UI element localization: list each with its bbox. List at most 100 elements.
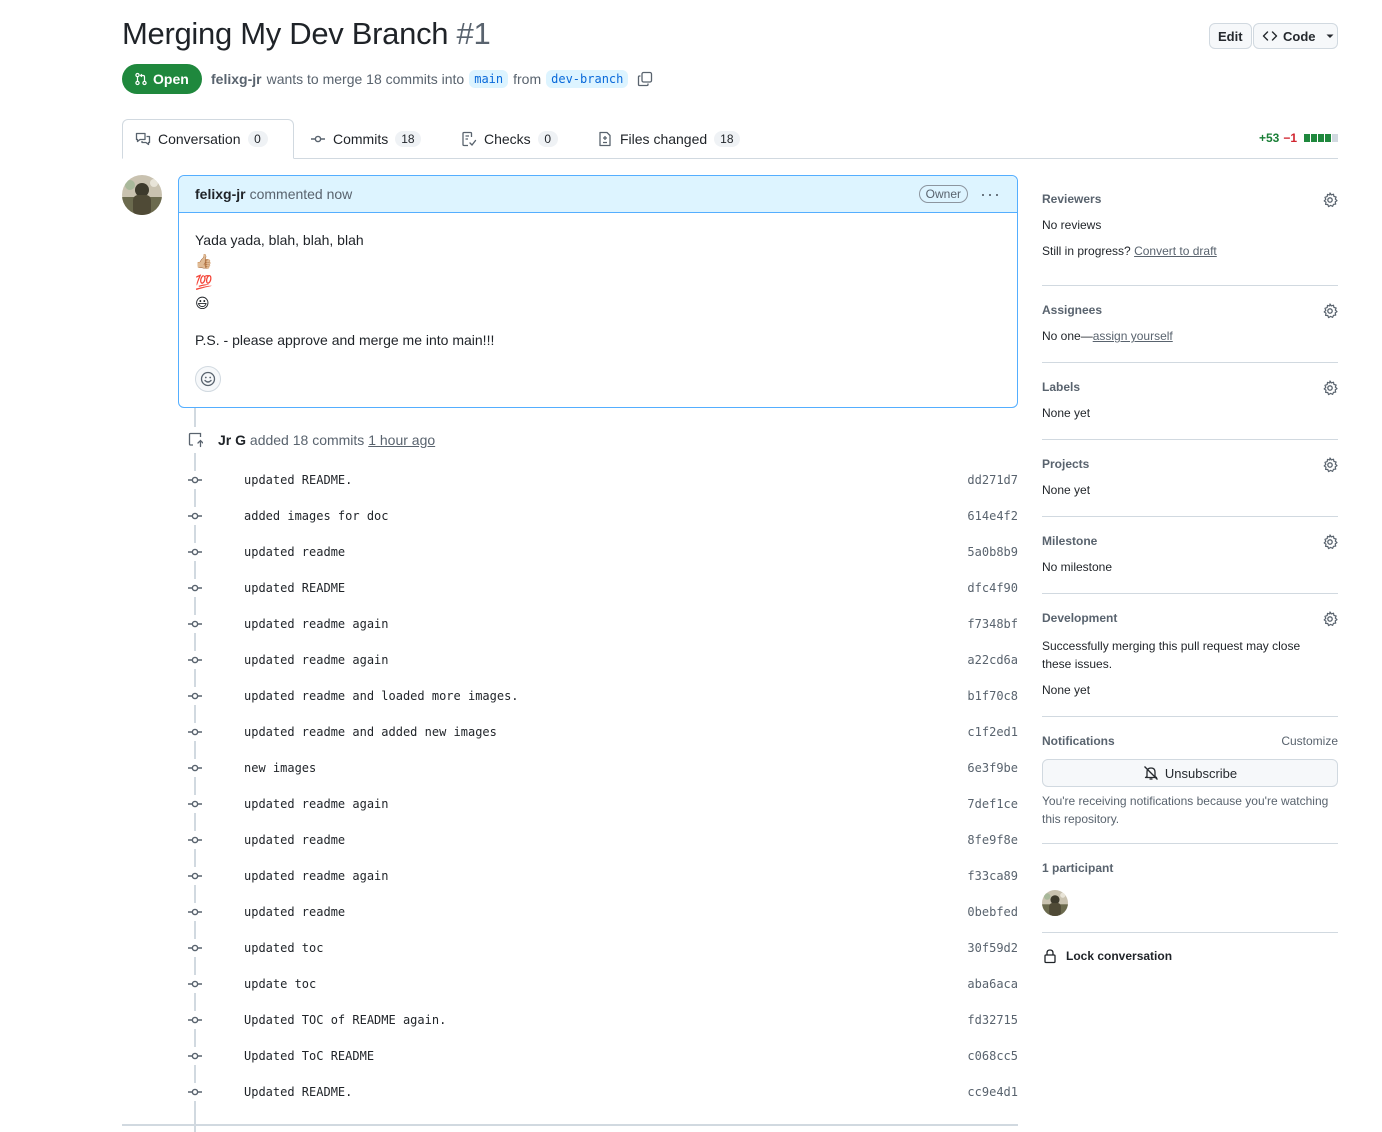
status-badge: Open	[122, 64, 202, 94]
tab-commits[interactable]: Commits 18	[298, 119, 433, 159]
repo-push-icon	[182, 427, 208, 453]
code-button[interactable]: Code	[1253, 23, 1338, 49]
commit-sha[interactable]: c068cc5	[967, 1049, 1018, 1063]
commit-message[interactable]: updated README.	[244, 473, 352, 487]
gear-icon[interactable]	[1322, 457, 1338, 473]
commit-sha[interactable]: f33ca89	[967, 869, 1018, 883]
commit-message[interactable]: updated readme and loaded more images.	[244, 689, 519, 703]
timeline-bottom-divider	[122, 1124, 1018, 1126]
commit-message[interactable]: updated readme	[244, 905, 345, 919]
reviewers-title[interactable]: Reviewers	[1042, 192, 1338, 206]
commit-sha[interactable]: 614e4f2	[967, 509, 1018, 523]
commit-sha[interactable]: 6e3f9be	[967, 761, 1018, 775]
avatar[interactable]	[122, 175, 162, 215]
commit-message[interactable]: updated readme	[244, 545, 345, 559]
sidebar-participants: 1 participant	[1042, 861, 1338, 875]
commit-message[interactable]: Updated README.	[244, 1085, 352, 1099]
comment-line-1: Yada yada, blah, blah, blah	[195, 232, 364, 248]
kebab-horizontal-icon[interactable]: ···	[980, 184, 1001, 205]
tab-files-changed[interactable]: Files changed 18	[585, 119, 752, 159]
tab-checks[interactable]: Checks 0	[449, 119, 570, 159]
comment-line-2: P.S. - please approve and merge me into …	[195, 332, 495, 348]
sidebar-divider	[1042, 932, 1338, 933]
git-commit-icon	[186, 1011, 204, 1029]
commit-sha[interactable]: cc9e4d1	[967, 1085, 1018, 1099]
tab-conversation-count: 0	[247, 131, 268, 147]
commit-message[interactable]: updated readme again	[244, 797, 389, 811]
push-actor[interactable]: Jr G	[218, 432, 246, 448]
commit-row: updated readme and added new images c1f2e…	[186, 722, 1018, 742]
assign-yourself-link[interactable]: assign yourself	[1093, 329, 1173, 343]
commit-sha[interactable]: c1f2ed1	[967, 725, 1018, 739]
sidebar-notifications: Notifications Customize	[1042, 734, 1338, 748]
convert-to-draft-link[interactable]: Convert to draft	[1134, 244, 1217, 258]
commit-message[interactable]: Updated ToC README	[244, 1049, 374, 1063]
commit-sha[interactable]: 0bebfed	[967, 905, 1018, 919]
draft-prompt: Still in progress? Convert to draft	[1042, 244, 1338, 258]
gear-icon[interactable]	[1322, 534, 1338, 550]
commit-message[interactable]: added images for doc	[244, 509, 389, 523]
commit-message[interactable]: new images	[244, 761, 316, 775]
commit-sha[interactable]: dd271d7	[967, 473, 1018, 487]
commit-sha[interactable]: fd32715	[967, 1013, 1018, 1027]
commit-message[interactable]: updated readme	[244, 833, 345, 847]
unsubscribe-button[interactable]: Unsubscribe	[1042, 759, 1338, 787]
commit-message[interactable]: updated README	[244, 581, 345, 595]
commit-message[interactable]: update toc	[244, 977, 316, 991]
push-event: Jr G added 18 commits 1 hour ago	[218, 432, 435, 448]
gear-icon[interactable]	[1322, 380, 1338, 396]
development-title[interactable]: Development	[1042, 611, 1338, 625]
gear-icon[interactable]	[1322, 303, 1338, 319]
commit-sha[interactable]: 5a0b8b9	[967, 545, 1018, 559]
milestone-title[interactable]: Milestone	[1042, 534, 1338, 548]
commit-message[interactable]: updated toc	[244, 941, 323, 955]
git-commit-icon	[186, 759, 204, 777]
git-commit-icon	[186, 975, 204, 993]
commit-sha[interactable]: 7def1ce	[967, 797, 1018, 811]
git-commit-icon	[186, 723, 204, 741]
add-reaction-button[interactable]	[195, 366, 221, 392]
commit-sha[interactable]: b1f70c8	[967, 689, 1018, 703]
projects-title[interactable]: Projects	[1042, 457, 1338, 471]
git-commit-icon	[186, 939, 204, 957]
comment-header: felixg-jr commented now Owner ···	[179, 176, 1017, 213]
gear-icon[interactable]	[1322, 611, 1338, 627]
assignees-title[interactable]: Assignees	[1042, 303, 1338, 317]
base-branch[interactable]: main	[469, 70, 509, 88]
participant-avatar[interactable]	[1042, 890, 1068, 916]
tab-conversation[interactable]: Conversation 0	[122, 119, 294, 159]
commit-row: updated toc 30f59d2	[186, 938, 1018, 958]
commit-row: new images 6e3f9be	[186, 758, 1018, 778]
commit-sha[interactable]: 8fe9f8e	[967, 833, 1018, 847]
customize-link[interactable]: Customize	[1281, 734, 1338, 748]
commit-sha[interactable]: dfc4f90	[967, 581, 1018, 595]
commit-message[interactable]: updated readme and added new images	[244, 725, 497, 739]
gear-icon[interactable]	[1322, 192, 1338, 208]
pr-author[interactable]: felixg-jr	[211, 71, 262, 87]
sidebar-reviewers: Reviewers No reviews Still in progress? …	[1042, 192, 1338, 262]
commit-message[interactable]: updated readme again	[244, 617, 389, 631]
commit-sha[interactable]: 30f59d2	[967, 941, 1018, 955]
commit-row: Updated ToC README c068cc5	[186, 1046, 1018, 1066]
status-label: Open	[153, 71, 189, 87]
commit-sha[interactable]: a22cd6a	[967, 653, 1018, 667]
page-title: Merging My Dev Branch #1	[122, 16, 491, 52]
commit-message[interactable]: updated readme again	[244, 869, 389, 883]
labels-title[interactable]: Labels	[1042, 380, 1338, 394]
commit-message[interactable]: Updated TOC of README again.	[244, 1013, 446, 1027]
copy-icon[interactable]	[637, 71, 653, 87]
sidebar-divider	[1042, 439, 1338, 440]
comment-discussion-icon	[135, 131, 151, 147]
commit-row: updated readme 5a0b8b9	[186, 542, 1018, 562]
commit-sha[interactable]: aba6aca	[967, 977, 1018, 991]
commit-message[interactable]: updated readme again	[244, 653, 389, 667]
edit-button[interactable]: Edit	[1209, 23, 1252, 49]
lock-conversation[interactable]: Lock conversation	[1042, 948, 1172, 964]
push-time[interactable]: 1 hour ago	[368, 432, 435, 448]
lock-icon	[1042, 948, 1058, 964]
commit-sha[interactable]: f7348bf	[967, 617, 1018, 631]
head-branch[interactable]: dev-branch	[546, 70, 629, 88]
comment-author[interactable]: felixg-jr	[195, 186, 246, 202]
tab-commits-count: 18	[395, 131, 421, 147]
push-text: added 18 commits	[249, 432, 365, 448]
